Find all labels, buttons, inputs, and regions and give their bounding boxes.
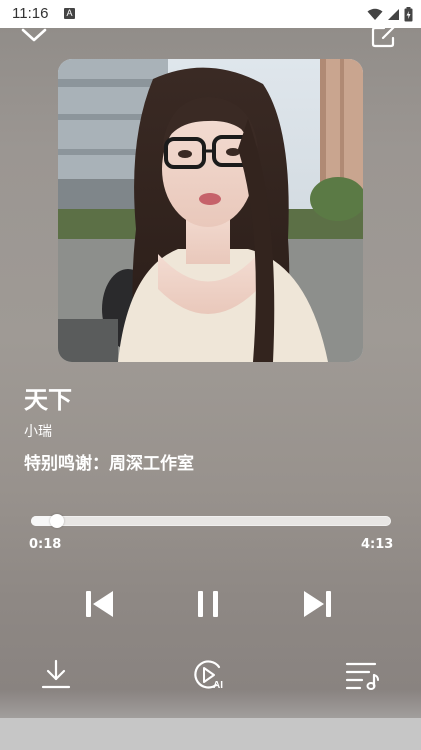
album-cover (58, 59, 363, 362)
album-cover-photo (58, 59, 363, 362)
song-title: 天下 (24, 386, 72, 414)
navigation-bar (0, 718, 421, 750)
chevron-down-icon (21, 28, 47, 42)
share-button[interactable] (370, 26, 398, 48)
total-time: 4:13 (361, 537, 394, 552)
playlist-button[interactable] (345, 660, 379, 690)
share-external-icon (371, 26, 396, 48)
status-icons (367, 5, 413, 23)
song-credit: 特别鸣谢：周深工作室 (24, 454, 194, 474)
playlist-icon (345, 662, 379, 690)
ai-play-icon: AI (194, 660, 223, 691)
battery-icon (404, 6, 413, 21)
download-icon (41, 659, 71, 689)
skip-previous-icon (86, 591, 113, 617)
pause-button[interactable] (190, 586, 226, 622)
a-letter-icon: A (64, 8, 75, 19)
collapse-button[interactable] (18, 26, 50, 44)
download-button[interactable] (40, 658, 72, 690)
status-time: 11:16 (12, 5, 49, 22)
wifi-icon (367, 8, 383, 20)
current-time: 0:18 (29, 537, 62, 552)
next-button[interactable] (299, 586, 335, 622)
ai-label: AI (213, 680, 223, 691)
status-bar: 11:16 A (0, 0, 421, 28)
ai-play-button[interactable]: AI (192, 658, 226, 692)
song-artist[interactable]: 小瑞 (24, 421, 52, 441)
pause-icon (198, 591, 218, 617)
progress-slider[interactable] (31, 514, 391, 528)
previous-button[interactable] (82, 586, 118, 622)
skip-next-icon (304, 591, 331, 617)
progress-thumb[interactable] (50, 514, 64, 528)
signal-icon (388, 8, 399, 20)
